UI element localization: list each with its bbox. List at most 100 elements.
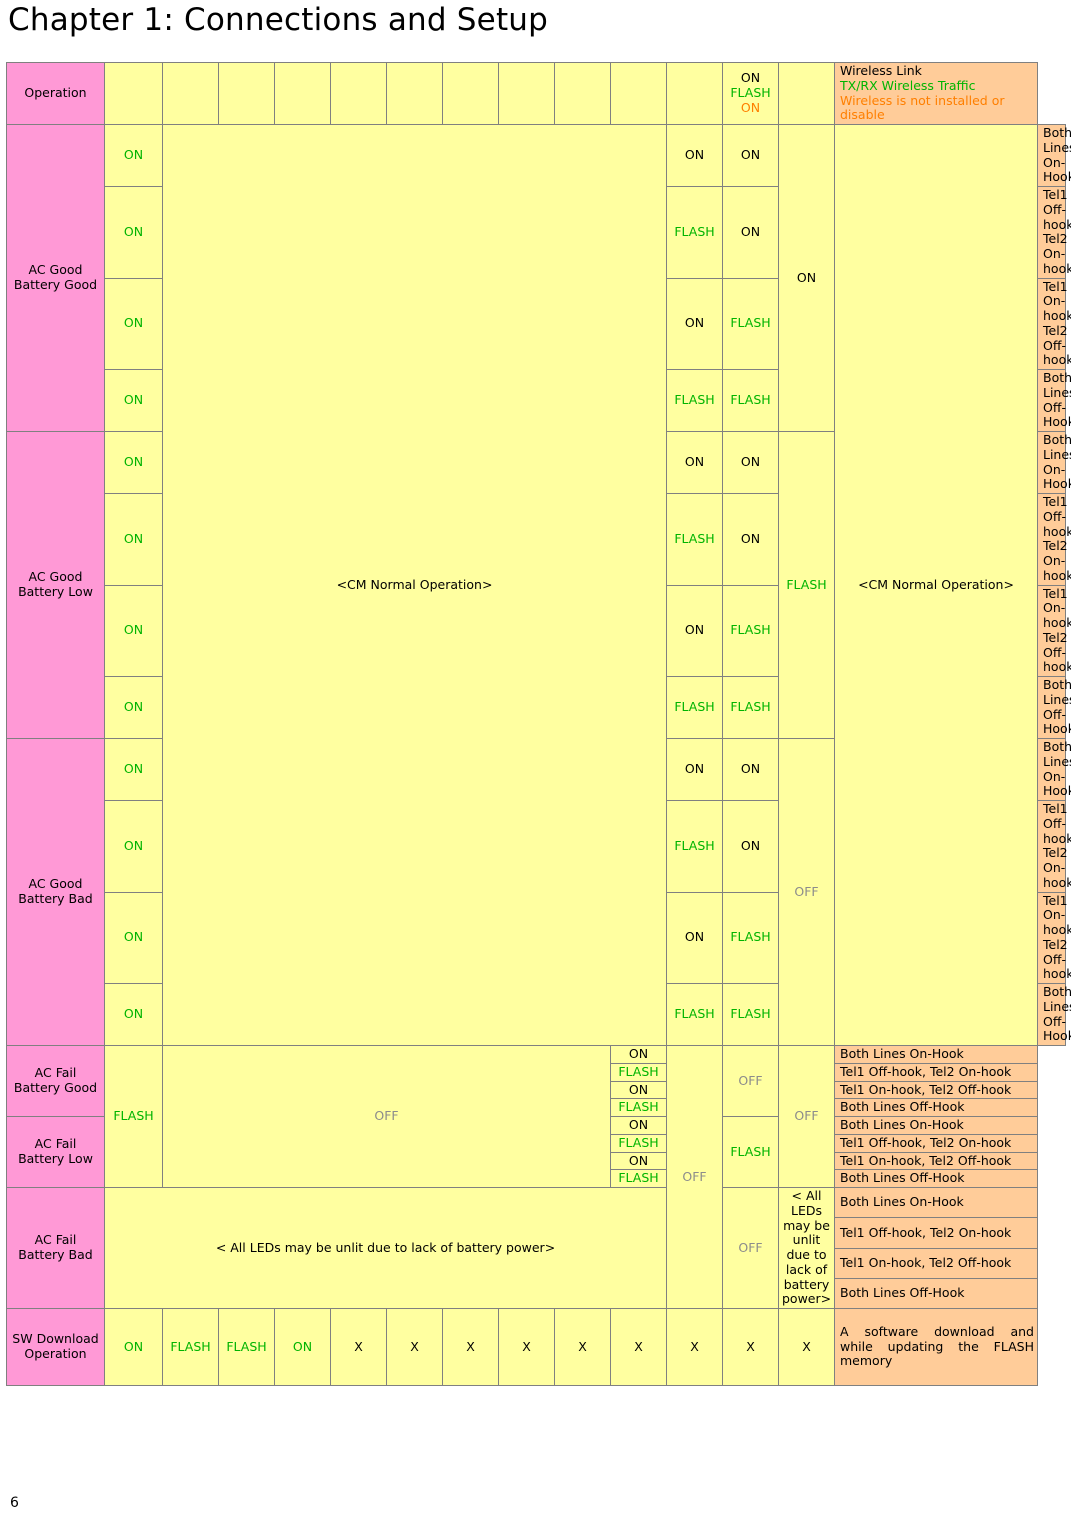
- wireless-desc-disabled: Wireless is not installed or disable: [840, 92, 1005, 123]
- desc-g2r3: Tel1 On-hook, Tel2 Off-hook: [1037, 584, 1071, 677]
- desc-g3r4: Both Lines Off-Hook: [1037, 983, 1071, 1046]
- battery-led-g2: FLASH: [778, 431, 835, 739]
- page-title: Chapter 1: Connections and Setup: [8, 2, 549, 38]
- tel1-led-g1r1: ON: [666, 124, 723, 187]
- tel-led-g4r4: FLASH: [610, 1098, 667, 1117]
- sw-cell-4: ON: [274, 1308, 331, 1386]
- tel1-led-g3r3: ON: [666, 891, 723, 984]
- group-label-ac-good-battery-bad: AC Good Battery Bad: [6, 738, 105, 1046]
- ac-led-g2r3: ON: [104, 584, 163, 677]
- desc-g6r3: Tel1 On-hook, Tel2 Off-hook: [834, 1247, 1038, 1279]
- tel1-led-g3r1: ON: [666, 738, 723, 801]
- table-row: AC Fail Battery Good FLASH OFF ON OFF OF…: [6, 1045, 1066, 1309]
- desc-g6r2: Tel1 Off-hook, Tel2 On-hook: [834, 1217, 1038, 1249]
- led-status-table: Operation ON FLASH ON Wireless Link TX/R…: [6, 62, 1071, 1386]
- tel2-led-g1r2: ON: [722, 186, 779, 279]
- link-led-g5: FLASH: [722, 1116, 779, 1188]
- tel1-led-g1r4: FLASH: [666, 369, 723, 432]
- desc-g1r2: Tel1 Off-hook, Tel2 On-hook: [1037, 186, 1071, 279]
- tel2-led-g3r4: FLASH: [722, 983, 779, 1046]
- tel1-led-g1r3: ON: [666, 277, 723, 370]
- ac-led-g2r2: ON: [104, 493, 163, 586]
- wireless-state-on-2: ON: [740, 99, 761, 115]
- header-blank-12: [778, 62, 835, 125]
- sw-cell-3: FLASH: [218, 1308, 275, 1386]
- desc-g1r4: Both Lines Off-Hook: [1037, 369, 1071, 432]
- desc-g4r4: Both Lines Off-Hook: [834, 1098, 1038, 1117]
- cm-normal-operation-note: <CM Normal Operation>: [162, 124, 667, 1046]
- group-label-ac-fail-battery-bad: AC Fail Battery Bad: [6, 1187, 105, 1309]
- ac-led-g1r1: ON: [104, 124, 163, 187]
- wireless-desc-traffic: TX/RX Wireless Traffic: [840, 77, 976, 93]
- tail-led-g4: OFF: [778, 1045, 835, 1188]
- group-label-ac-good-battery-low: AC Good Battery Low: [6, 431, 105, 739]
- ac-led-g1r2: ON: [104, 186, 163, 279]
- header-blank-11: [666, 62, 723, 125]
- ac-led-g3r4: ON: [104, 983, 163, 1046]
- desc-g3r3: Tel1 On-hook, Tel2 Off-hook: [1037, 891, 1071, 984]
- battery-led-g3: OFF: [778, 738, 835, 1046]
- header-blank-5: [330, 62, 387, 125]
- header-blank-2: [162, 62, 219, 125]
- wireless-state-on: ON: [740, 70, 761, 86]
- ac-led-g1r3: ON: [104, 277, 163, 370]
- tel-led-g5r1: ON: [610, 1116, 667, 1135]
- desc-g1r3: Tel1 On-hook, Tel2 Off-hook: [1037, 277, 1071, 370]
- tel2-led-g1r1: ON: [722, 124, 779, 187]
- desc-g5r3: Tel1 On-hook, Tel2 Off-hook: [834, 1151, 1038, 1171]
- desc-g6r1: Both Lines On-Hook: [834, 1186, 1038, 1219]
- sw-download-label: SW Download Operation: [6, 1308, 105, 1386]
- desc-g5r4: Both Lines Off-Hook: [834, 1169, 1038, 1188]
- desc-g4r2: Tel1 Off-hook, Tel2 On-hook: [834, 1062, 1038, 1082]
- sw-cell-2: FLASH: [162, 1308, 219, 1386]
- header-blank-4: [274, 62, 331, 125]
- tel-led-g5r2: FLASH: [610, 1133, 667, 1153]
- desc-g2r2: Tel1 Off-hook, Tel2 On-hook: [1037, 493, 1071, 586]
- wireless-state-flash: FLASH: [730, 85, 771, 101]
- tel2-led-g1r3: FLASH: [722, 277, 779, 370]
- sw-cell-8: X: [498, 1308, 555, 1386]
- tel2-led-g3r1: ON: [722, 738, 779, 801]
- document-page: Chapter 1: Connections and Setup Operati…: [0, 0, 1071, 1525]
- group-label-ac-good-battery-good: AC Good Battery Good: [6, 124, 105, 432]
- group-label-ac-fail-battery-low: AC Fail Battery Low: [6, 1116, 105, 1188]
- tel-led-g4r2: FLASH: [610, 1062, 667, 1082]
- desc-g2r4: Both Lines Off-Hook: [1037, 676, 1071, 739]
- header-blank-1: [104, 62, 163, 125]
- tel2-led-g2r1: ON: [722, 431, 779, 494]
- ac-led-g3r3: ON: [104, 891, 163, 984]
- tel2-led-g1r4: FLASH: [722, 369, 779, 432]
- tel-led-g5r4: FLASH: [610, 1169, 667, 1188]
- ac-led-g2r1: ON: [104, 431, 163, 494]
- tel1-led-g2r4: FLASH: [666, 676, 723, 739]
- sw-cell-13: X: [778, 1308, 835, 1386]
- all-leds-unlit-note: < All LEDs may be unlit due to lack of b…: [104, 1187, 667, 1309]
- tel1-led-g3r2: FLASH: [666, 800, 723, 893]
- header-blank-8: [498, 62, 555, 125]
- desc-g4r1: Both Lines On-Hook: [834, 1045, 1038, 1064]
- desc-g3r2: Tel1 Off-hook, Tel2 On-hook: [1037, 800, 1071, 893]
- header-wireless-desc: Wireless Link TX/RX Wireless Traffic Wir…: [834, 62, 1038, 125]
- sw-cell-12: X: [722, 1308, 779, 1386]
- ac-led-g1r4: ON: [104, 369, 163, 432]
- desc-g2r1: Both Lines On-Hook: [1037, 431, 1071, 494]
- table-header-row: Operation ON FLASH ON Wireless Link TX/R…: [6, 62, 1066, 125]
- header-blank-7: [442, 62, 499, 125]
- group-label-ac-fail-battery-good: AC Fail Battery Good: [6, 1045, 105, 1117]
- desc-g3r1: Both Lines On-Hook: [1037, 738, 1071, 801]
- header-operation-label: Operation: [6, 62, 105, 125]
- header-blank-10: [610, 62, 667, 125]
- tel1-led-g2r3: ON: [666, 584, 723, 677]
- desc-g6r4: Both Lines Off-Hook: [834, 1277, 1038, 1310]
- header-blank-6: [386, 62, 443, 125]
- tel1-led-g3r4: FLASH: [666, 983, 723, 1046]
- tel2-led-g2r2: ON: [722, 493, 779, 586]
- tel1-led-g1r2: FLASH: [666, 186, 723, 279]
- tel1-led-g2r2: FLASH: [666, 493, 723, 586]
- tel2-led-g3r2: ON: [722, 800, 779, 893]
- sw-cell-1: ON: [104, 1308, 163, 1386]
- header-blank-3: [218, 62, 275, 125]
- sw-download-desc: A software download and while updating t…: [834, 1308, 1038, 1386]
- middle-off-g4: OFF: [162, 1045, 611, 1188]
- tel1-led-g2r1: ON: [666, 431, 723, 494]
